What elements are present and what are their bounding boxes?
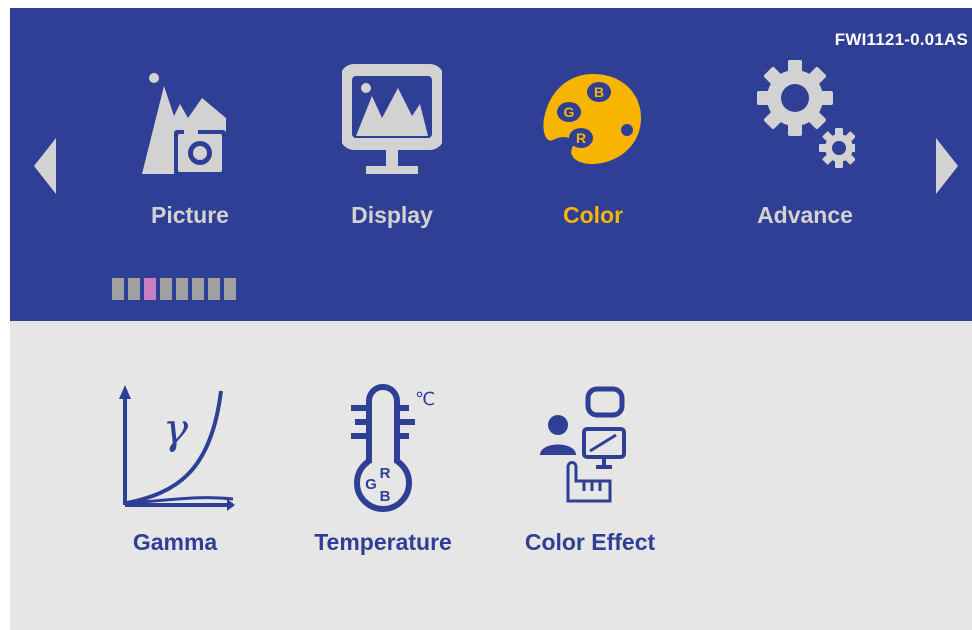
temp-letter-r: R [380, 465, 391, 482]
tab-color[interactable]: B G R Color [503, 56, 683, 246]
temp-letter-g: G [365, 476, 377, 493]
page-dot [128, 278, 140, 300]
firmware-version: FWI1121-0.01AS [834, 30, 968, 49]
palette-letter-r: R [576, 130, 586, 146]
left-arrow-icon[interactable] [32, 138, 58, 194]
page-dot [176, 278, 188, 300]
palette-letter-g: G [564, 104, 575, 120]
display-icon [342, 64, 442, 174]
submenu-temperature[interactable]: R G B ℃ Temperature [298, 383, 468, 563]
submenu-label: Color Effect [524, 529, 656, 555]
tab-picture[interactable]: Picture [100, 56, 280, 246]
tab-label: Picture [151, 202, 229, 228]
page-dot [208, 278, 220, 300]
gears-icon [757, 60, 855, 168]
tab-label: Color [562, 202, 624, 228]
page-dot [112, 278, 124, 300]
temp-letter-b: B [380, 488, 391, 505]
page-dot [160, 278, 172, 300]
thermometer-icon: R G B ℃ [351, 384, 435, 512]
submenu-color-effect[interactable]: Color Effect [505, 383, 675, 563]
palette-letter-b: B [594, 84, 604, 100]
tab-label: Advance [757, 202, 853, 228]
color-effect-icon [540, 386, 626, 503]
page-indicator [112, 278, 236, 300]
osd-menu: FWI1121-0.01AS Picture Display B G R Col… [10, 8, 972, 630]
tab-advance[interactable]: Advance [715, 56, 895, 246]
page-dot-active [144, 278, 156, 300]
gamma-symbol: γ [163, 404, 189, 453]
tab-label: Display [351, 202, 433, 228]
color-palette-icon: B G R [543, 74, 641, 164]
tab-display[interactable]: Display [302, 56, 482, 246]
page-dot [224, 278, 236, 300]
gamma-curve-icon: γ [119, 385, 235, 511]
right-arrow-icon[interactable] [934, 138, 960, 194]
celsius-unit: ℃ [415, 389, 435, 410]
page-dot [192, 278, 204, 300]
picture-icon [142, 73, 226, 176]
submenu-label: Temperature [314, 529, 452, 555]
main-menu-bar: FWI1121-0.01AS Picture Display B G R Col… [10, 8, 972, 321]
submenu-label: Gamma [132, 529, 218, 555]
submenu-gamma[interactable]: γ Gamma [90, 383, 260, 563]
